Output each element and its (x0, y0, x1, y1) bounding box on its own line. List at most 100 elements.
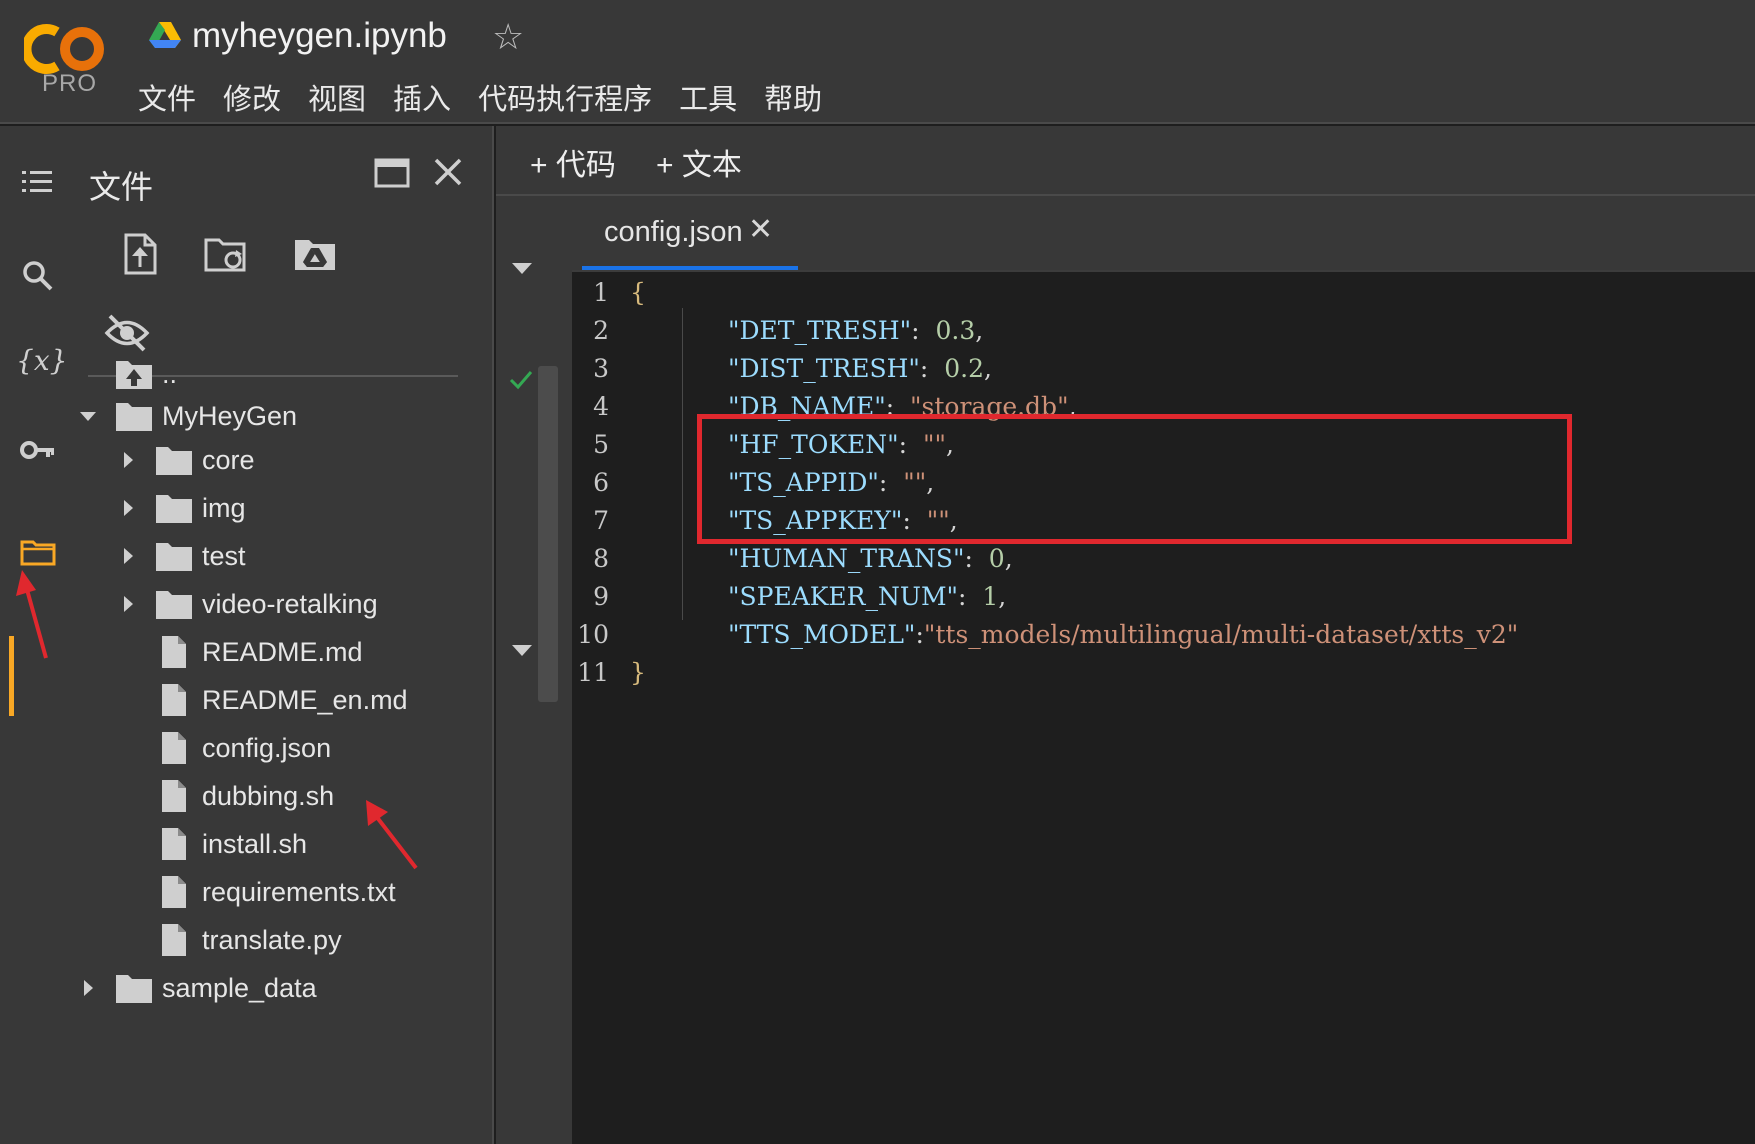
line-number: 6 (593, 468, 609, 497)
end-token: , (998, 582, 1007, 611)
scrollbar[interactable] (538, 366, 558, 702)
menu-insert[interactable]: 插入 (393, 76, 451, 118)
key-token: "TTS_MODEL" (728, 620, 916, 649)
menu-edit[interactable]: 修改 (223, 76, 281, 118)
code-text: { (630, 278, 646, 307)
code-line[interactable]: 1{ (572, 274, 1755, 312)
file-icon (162, 876, 186, 908)
key-icon[interactable] (18, 430, 58, 470)
tree-label: core (202, 444, 255, 475)
code-text: "DET_TRESH": 0.3, (728, 316, 983, 345)
val-token: 0 (988, 544, 1005, 573)
tree-label: video-retalking (202, 588, 378, 619)
search-icon[interactable] (18, 256, 58, 296)
tree-folder-core[interactable]: core (118, 438, 255, 482)
mount-drive-icon[interactable] (292, 232, 338, 276)
tree-file-requirements[interactable]: requirements.txt (154, 870, 396, 914)
tree-folder-img[interactable]: img (118, 486, 246, 530)
tree-label: sample_data (162, 972, 317, 1003)
tree-folder-sample-data[interactable]: sample_data (78, 966, 317, 1010)
tree-folder-test[interactable]: test (118, 534, 246, 578)
code-line[interactable]: 3 "DIST_TRESH": 0.2, (572, 350, 1755, 388)
table-of-contents-icon[interactable] (18, 162, 58, 202)
variables-icon[interactable]: {x} (16, 344, 67, 384)
tree-label: .. (162, 358, 178, 389)
tree-label: translate.py (202, 924, 342, 955)
add-code-button[interactable]: + 代码 (530, 140, 616, 184)
chevron-down-icon[interactable] (78, 406, 98, 426)
tree-file-translate[interactable]: translate.py (154, 918, 342, 962)
tree-label: install.sh (202, 828, 308, 859)
val-token: 0.3 (935, 316, 976, 345)
end-token: , (1004, 544, 1013, 573)
close-icon[interactable] (430, 154, 466, 190)
code-line[interactable]: 9 "SPEAKER_NUM": 1, (572, 578, 1755, 616)
tree-label: requirements.txt (202, 876, 396, 907)
brace-token: { (630, 278, 646, 307)
file-icon (162, 780, 186, 812)
star-icon[interactable]: ☆ (492, 16, 524, 58)
chevron-right-icon[interactable] (118, 546, 138, 566)
files-panel: 文件 .. MyHeyGen core img test video-retal… (78, 126, 494, 1144)
line-number: 9 (593, 582, 609, 611)
line-number: 11 (577, 658, 609, 687)
tree-file-config-json[interactable]: config.json (154, 726, 331, 770)
code-text: "SPEAKER_NUM": 1, (728, 582, 1006, 611)
add-text-button[interactable]: + 文本 (656, 140, 742, 184)
chevron-right-icon[interactable] (78, 978, 98, 998)
tree-label: test (202, 540, 246, 571)
sep-token: : (911, 316, 936, 345)
code-line[interactable]: 8 "HUMAN_TRANS": 0, (572, 540, 1755, 578)
annotation-highlight-box (697, 414, 1572, 544)
key-token: "DIST_TRESH" (728, 354, 920, 383)
menu-help[interactable]: 帮助 (764, 76, 822, 118)
tree-file-readme-en[interactable]: README_en.md (154, 678, 408, 722)
expand-icon[interactable] (510, 642, 534, 658)
brace-token: } (630, 658, 646, 687)
collapse-icon[interactable] (510, 260, 534, 276)
file-icon (162, 684, 186, 716)
open-in-tab-icon[interactable] (373, 156, 411, 190)
menu-view[interactable]: 视图 (308, 76, 366, 118)
menu-tools[interactable]: 工具 (679, 76, 737, 118)
line-number: 1 (593, 278, 609, 307)
cell-gutter (496, 198, 560, 1144)
code-line[interactable]: 11} (572, 654, 1755, 692)
tree-file-install[interactable]: install.sh (154, 822, 307, 866)
pro-badge: PRO (42, 70, 98, 97)
menu-runtime[interactable]: 代码执行程序 (478, 76, 652, 118)
upload-file-icon[interactable] (118, 232, 162, 276)
folder-icon (156, 543, 192, 571)
notebook-title[interactable]: myheygen.ipynb (192, 16, 447, 56)
folder-icon (156, 495, 192, 523)
tab-close-icon[interactable]: ✕ (748, 212, 773, 247)
code-editor[interactable]: 1{2 "DET_TRESH": 0.3, 3 "DIST_TRESH": 0.2, 4… (572, 270, 1755, 1144)
chevron-right-icon[interactable] (118, 450, 138, 470)
folder-icon (156, 591, 192, 619)
code-line[interactable]: 10 "TTS_MODEL":"tts_models/multilingual/m… (572, 616, 1755, 654)
code-line[interactable]: 2 "DET_TRESH": 0.3, (572, 312, 1755, 350)
file-icon (162, 828, 186, 860)
sep-token: : (919, 354, 945, 383)
line-number: 5 (593, 430, 609, 459)
val-token: 0.2 (944, 354, 984, 383)
end-token: , (975, 316, 984, 345)
tree-file-dubbing[interactable]: dubbing.sh (154, 774, 334, 818)
line-number: 7 (593, 506, 609, 535)
tree-folder-myheygen[interactable]: MyHeyGen (78, 394, 297, 438)
line-number: 8 (593, 544, 609, 573)
chevron-right-icon[interactable] (118, 498, 138, 518)
hide-files-icon[interactable] (104, 312, 150, 354)
refresh-folder-icon[interactable] (202, 232, 250, 276)
tree-file-readme[interactable]: README.md (154, 630, 363, 674)
google-drive-icon (149, 22, 181, 48)
file-icon (162, 732, 186, 764)
chevron-right-icon[interactable] (118, 594, 138, 614)
tree-label: config.json (202, 732, 332, 763)
menu-file[interactable]: 文件 (138, 76, 196, 118)
tree-folder-video-retalking[interactable]: video-retalking (118, 582, 378, 626)
notebook-toolbar: + 代码 + 文本 (496, 126, 1755, 196)
sep-token: : (915, 620, 924, 649)
tree-parent-dir[interactable]: .. (114, 352, 177, 396)
tab-config-json[interactable]: config.json ✕ (582, 198, 798, 270)
